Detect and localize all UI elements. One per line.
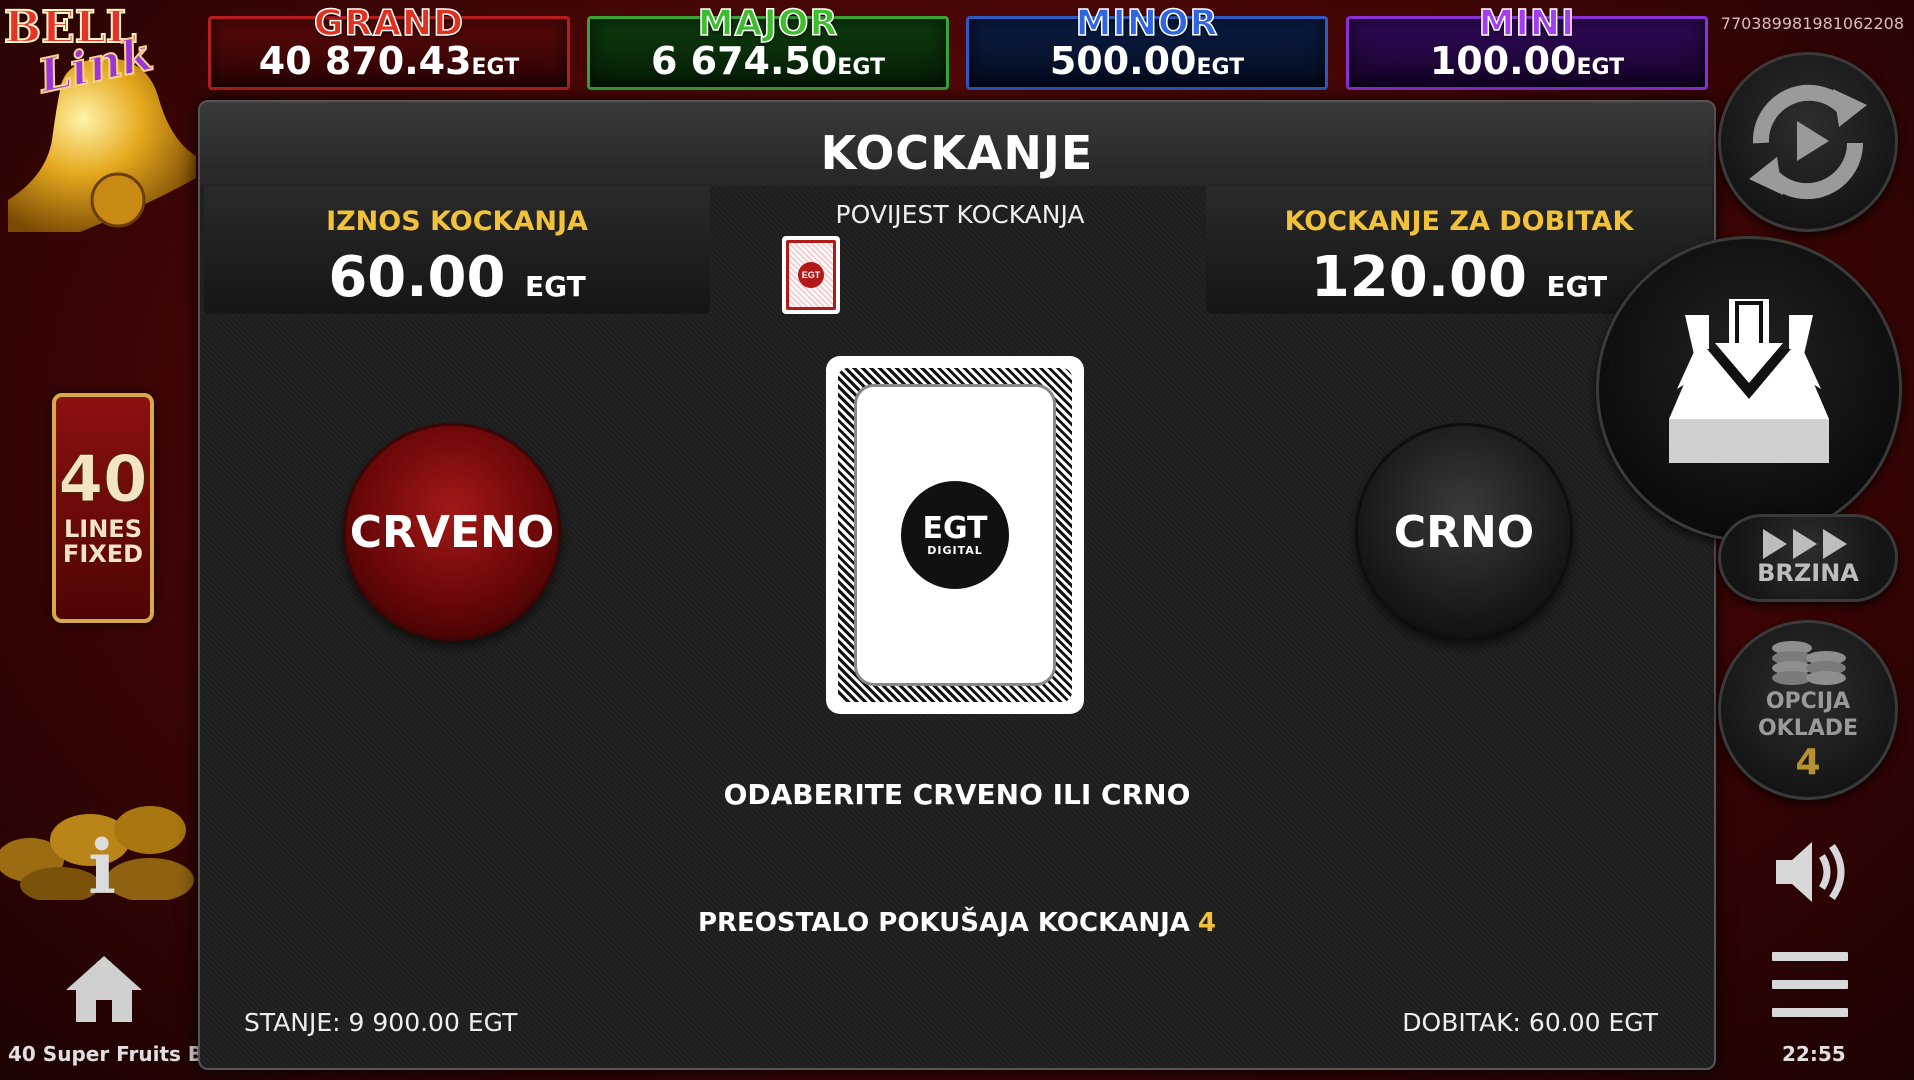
gamble-history-label: POVIJEST KOCKANJA xyxy=(835,200,1085,229)
lines-fixed-badge: 40 LINES FIXED xyxy=(52,393,154,623)
gamble-stake-unit: EGT xyxy=(524,270,586,303)
fixed-label: FIXED xyxy=(62,540,144,568)
card-logo-top: EGT xyxy=(922,510,988,546)
jackpot-major-name: MAJOR xyxy=(697,2,839,45)
black-button[interactable]: CRNO xyxy=(1358,426,1570,638)
collect-button[interactable] xyxy=(1596,236,1902,542)
history-card-red: EGT xyxy=(782,236,840,314)
gamble-attempts-label: PREOSTALO POKUŠAJA KOCKANJA xyxy=(697,908,1190,938)
jackpot-minor-value-row: 500.00EGT xyxy=(969,39,1325,83)
jackpot-mini: MINI 100.00EGT xyxy=(1346,2,1708,90)
jackpot-major-value-row: 6 674.50EGT xyxy=(590,39,946,83)
gamble-attempts-value: 4 xyxy=(1197,908,1217,938)
autoplay-button[interactable] xyxy=(1718,52,1898,232)
lines-number: 40 xyxy=(58,443,148,518)
jackpot-grand-value-row: 40 870.43EGT xyxy=(211,39,567,83)
clock: 22:55 xyxy=(1782,1042,1846,1066)
jackpot-grand: GRAND 40 870.43EGT xyxy=(208,2,570,90)
history-card-logo: EGT xyxy=(798,262,824,288)
gamble-instruction: ODABERITE CRVENO ILI CRNO xyxy=(723,778,1191,811)
autoplay-cycle-icon xyxy=(1749,84,1867,200)
jackpot-minor-name: MINOR xyxy=(1075,2,1219,45)
jackpot-mini-value-row: 100.00EGT xyxy=(1349,39,1705,83)
bet-options-button[interactable]: OPCIJA OKLADE 4 xyxy=(1718,620,1898,800)
bet-options-label-1: OPCIJA xyxy=(1765,688,1851,714)
jackpot-grand-value: 40 870.43 xyxy=(258,39,472,83)
collect-tray-icon xyxy=(1669,299,1829,463)
gamble-panel: KOCKANJE IZNOS KOCKANJA 60.00 EGT POVIJE… xyxy=(198,100,1716,1070)
egt-logo-icon: EGT DIGITAL xyxy=(901,481,1009,589)
fast-forward-icon xyxy=(1763,529,1847,559)
card-logo-bottom: DIGITAL xyxy=(927,543,983,557)
jackpot-minor-value: 500.00 xyxy=(1049,39,1197,83)
red-button-label: CRVENO xyxy=(349,506,555,558)
jackpot-major: MAJOR 6 674.50EGT xyxy=(587,2,949,90)
jackpot-minor: MINOR 500.00EGT xyxy=(966,2,1328,90)
gamble-to-win-value: 120.00 xyxy=(1310,245,1527,310)
bet-options-value: 4 xyxy=(1795,741,1821,783)
card-back-frame: EGT DIGITAL xyxy=(838,368,1072,702)
jackpot-mini-name: MINI xyxy=(1478,2,1576,45)
game-logo: BELL Link xyxy=(0,0,200,240)
jackpot-major-unit: EGT xyxy=(837,55,886,80)
gamble-attempts: PREOSTALO POKUŠAJA KOCKANJA 4 xyxy=(200,908,1714,938)
menu-bar xyxy=(1772,952,1848,961)
gamble-card: EGT DIGITAL xyxy=(826,356,1084,714)
win-text: DOBITAK: 60.00 EGT xyxy=(1402,1008,1658,1037)
game-name: 40 Super Fruits BL xyxy=(8,1042,216,1066)
menu-bar xyxy=(1772,980,1848,989)
jackpot-grand-unit: EGT xyxy=(471,55,520,80)
jackpot-major-value: 6 674.50 xyxy=(650,39,838,83)
lines-label: LINES xyxy=(64,515,142,543)
gamble-stake-label: IZNOS KOCKANJA xyxy=(326,206,588,237)
black-button-label: CRNO xyxy=(1393,506,1535,558)
red-button[interactable]: CRVENO xyxy=(346,426,558,638)
hamburger-menu-icon[interactable] xyxy=(1772,952,1848,1020)
gamble-stake-value-row: 60.00 EGT xyxy=(204,245,710,310)
history-card-back: EGT xyxy=(786,240,836,310)
balance-text: STANJE: 9 900.00 EGT xyxy=(244,1008,518,1037)
speed-button[interactable]: BRZINA xyxy=(1718,514,1898,602)
home-icon[interactable] xyxy=(62,950,146,1026)
gamble-to-win-label: KOCKANJE ZA DOBITAK xyxy=(1284,206,1634,237)
coin-stack-icon xyxy=(1772,640,1846,685)
gamble-stake-box: IZNOS KOCKANJA 60.00 EGT xyxy=(204,186,710,314)
jackpot-grand-name: GRAND xyxy=(313,2,465,45)
bet-options-label-2: OKLADE xyxy=(1757,715,1859,741)
menu-bar xyxy=(1772,1008,1848,1017)
card-back-face: EGT DIGITAL xyxy=(854,384,1056,686)
info-icon[interactable]: i xyxy=(82,830,122,906)
speaker-icon[interactable] xyxy=(1772,838,1852,906)
jackpot-mini-value: 100.00 xyxy=(1429,39,1577,83)
gamble-title: KOCKANJE xyxy=(820,126,1094,180)
speed-label: BRZINA xyxy=(1757,559,1859,587)
gamble-stake-value: 60.00 xyxy=(328,245,506,310)
jackpot-minor-unit: EGT xyxy=(1196,55,1245,80)
jackpot-mini-unit: EGT xyxy=(1576,55,1625,80)
session-id: 770389981981062208 xyxy=(1720,14,1904,33)
